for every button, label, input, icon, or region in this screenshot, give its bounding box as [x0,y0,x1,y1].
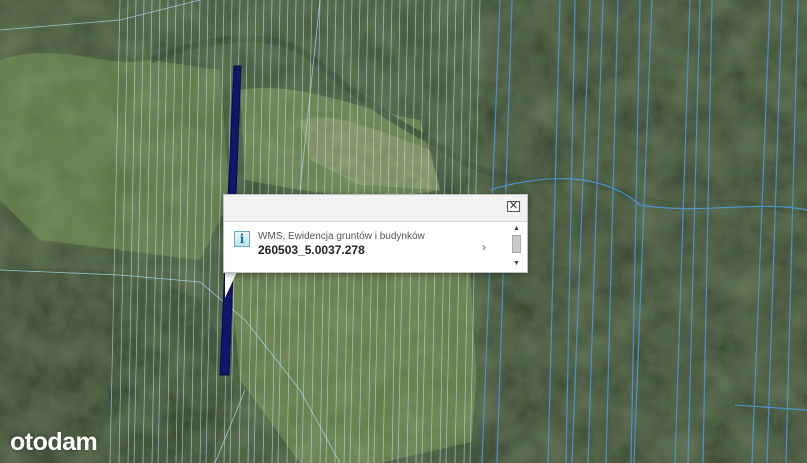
feature-info-popup: ✕ i WMS, Ewidencja gruntów i budynków 26… [223,194,528,273]
close-icon[interactable]: ✕ [507,201,520,212]
parcel-id: 260503_5.0037.278 [258,243,365,257]
info-icon: i [234,231,250,247]
popup-titlebar: ✕ [224,195,527,222]
chevron-right-icon[interactable]: › [482,240,486,254]
scroll-thumb[interactable] [512,235,521,253]
popup-tail [225,272,237,298]
layer-name: WMS, Ewidencja gruntów i budynków [258,231,425,242]
popup-scrollbar[interactable]: ▲ ▼ [511,225,522,269]
watermark-logo: otodam [10,428,98,456]
scroll-up-icon[interactable]: ▲ [511,225,522,233]
scroll-down-icon[interactable]: ▼ [511,260,522,268]
